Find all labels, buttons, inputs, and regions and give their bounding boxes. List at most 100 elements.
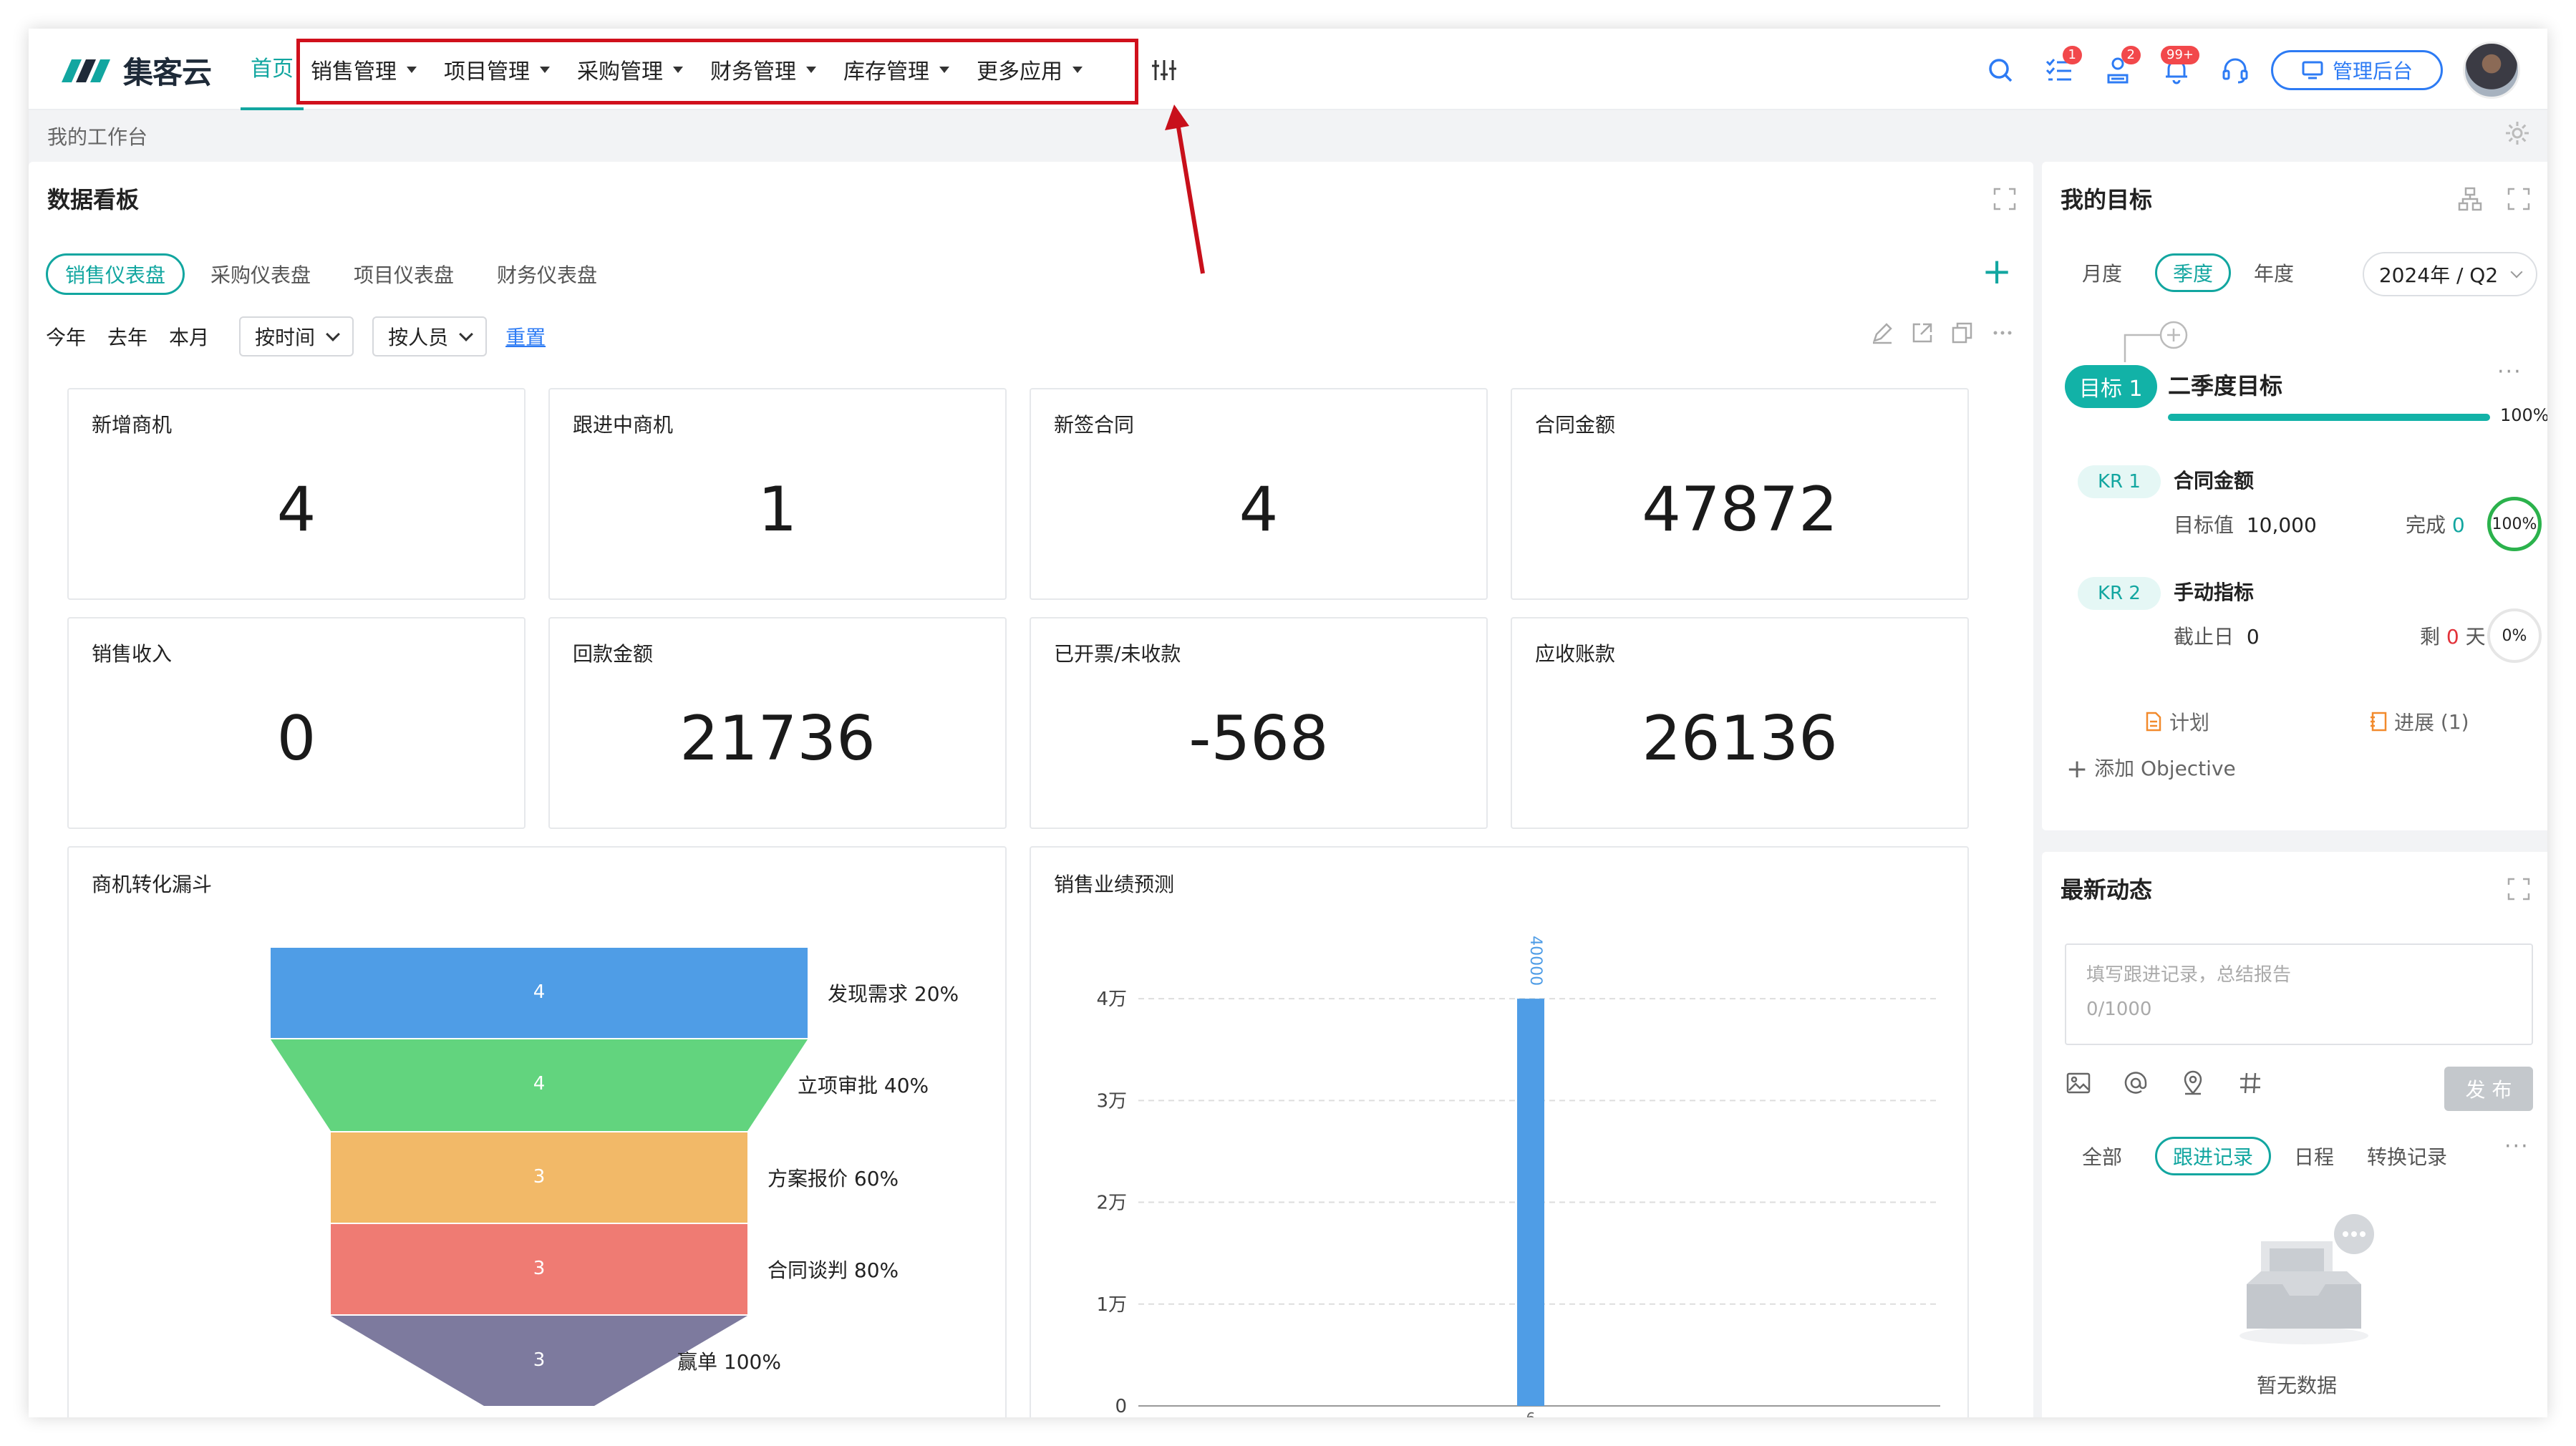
admin-button-label: 管理后台 (2332, 59, 2413, 83)
export-icon[interactable] (1910, 321, 1935, 345)
location-pin-icon[interactable] (2179, 1069, 2207, 1097)
filter-last-year[interactable]: 去年 (107, 322, 147, 351)
tab-all[interactable]: 全部 (2082, 1142, 2122, 1170)
nav-finance-management[interactable]: 财务管理 (710, 54, 816, 85)
fullscreen-icon[interactable] (1992, 186, 2018, 212)
notification-bell-icon[interactable]: 99+ (2156, 46, 2199, 90)
activity-compose-input[interactable]: 填写跟进记录，总结报告 0/1000 (2065, 943, 2533, 1045)
tab-finance-dashboard[interactable]: 财务仪表盘 (497, 260, 597, 288)
filter-this-month[interactable]: 本月 (169, 322, 209, 351)
stat-card[interactable]: 合同金额 47872 (1511, 388, 1969, 600)
nav-inventory-management[interactable]: 库存管理 (843, 54, 949, 85)
nav-project-management[interactable]: 项目管理 (444, 54, 550, 85)
tab-quarterly[interactable]: 季度 (2155, 253, 2232, 292)
kr-remaining-value: 0 (2446, 625, 2459, 649)
nav-item-label: 采购管理 (577, 59, 663, 84)
funnel-stage-value: 3 (533, 1349, 546, 1371)
objective-title[interactable]: 二季度目标 (2168, 368, 2282, 401)
contacts-badge: 2 (2121, 46, 2141, 64)
period-select[interactable]: 2024年 / Q2 (2363, 252, 2537, 296)
contacts-icon[interactable]: 2 (2098, 46, 2141, 90)
y-tick-label: 1万 (1096, 1294, 1127, 1316)
headset-support-icon[interactable] (2215, 50, 2255, 90)
stat-card[interactable]: 新增商机 4 (67, 388, 526, 600)
stat-card[interactable]: 回款金额 21736 (548, 617, 1007, 829)
document-icon (2146, 712, 2161, 732)
stat-card[interactable]: 新签合同 4 (1030, 388, 1488, 600)
publish-button[interactable]: 发 布 (2444, 1067, 2533, 1111)
add-objective-button[interactable]: + 添加 Objective (2066, 753, 2236, 784)
kr-progress-ring: 100% (2487, 497, 2542, 551)
tab-schedule[interactable]: 日程 (2294, 1142, 2334, 1170)
y-tick-label: 3万 (1096, 1090, 1127, 1112)
stat-card[interactable]: 销售收入 0 (67, 617, 526, 829)
stat-card[interactable]: 跟进中商机 1 (548, 388, 1007, 600)
user-avatar[interactable] (2463, 42, 2520, 99)
admin-console-button[interactable]: 管理后台 (2271, 50, 2443, 90)
gear-icon[interactable] (2503, 119, 2532, 147)
filter-by-time-select[interactable]: 按时间 (239, 316, 354, 356)
stat-label: 合同金额 (1535, 413, 1616, 437)
hashtag-icon[interactable] (2237, 1069, 2264, 1097)
app-logo[interactable]: 集客云 (60, 50, 212, 90)
tab-conversion-records[interactable]: 转换记录 (2367, 1142, 2447, 1170)
org-tree-icon[interactable] (2457, 186, 2483, 212)
select-label: 按人员 (388, 326, 449, 349)
tab-follow-up-records[interactable]: 跟进记录 (2155, 1137, 2272, 1175)
activity-title: 最新动态 (2061, 876, 2153, 903)
plan-link[interactable]: 计划 (2144, 707, 2209, 736)
tasks-badge: 1 (2062, 46, 2082, 64)
tab-monthly[interactable]: 月度 (2082, 258, 2122, 287)
fullscreen-icon[interactable] (2506, 186, 2532, 212)
kr-name[interactable]: 合同金额 (2174, 465, 2254, 494)
data-board-card: 数据看板 销售仪表盘 采购仪表盘 项目仪表盘 财务仪表盘 + 今年 去年 本月 … (29, 162, 2033, 1417)
stat-value: 0 (276, 703, 316, 775)
tab-project-dashboard[interactable]: 项目仪表盘 (354, 260, 454, 288)
funnel-stage-value: 3 (533, 1166, 546, 1188)
edit-icon[interactable] (1870, 321, 1894, 345)
bar-data-label: 40000 (1526, 936, 1544, 986)
funnel-panel: 商机转化漏斗 4 4 3 3 3 发现需求 20% 立项审批 40% 方案报价 … (67, 846, 1007, 1417)
nav-purchase-management[interactable]: 采购管理 (577, 54, 683, 85)
mention-at-icon[interactable] (2122, 1069, 2149, 1097)
fullscreen-icon[interactable] (2506, 876, 2532, 902)
x-tick-label: 6 (1526, 1409, 1536, 1417)
stat-card[interactable]: 已开票/未收款 -568 (1030, 617, 1488, 829)
tab-sales-dashboard[interactable]: 销售仪表盘 (46, 253, 185, 295)
caret-down-icon (939, 66, 949, 73)
task-list-icon[interactable]: 1 (2039, 46, 2082, 90)
caret-down-icon (1072, 66, 1083, 73)
add-dashboard-button[interactable]: + (1982, 253, 2012, 289)
caret-down-icon (673, 66, 683, 73)
empty-state-text: 暂无数据 (2256, 1374, 2337, 1397)
more-icon[interactable] (1990, 321, 2015, 345)
stat-card[interactable]: 应收账款 26136 (1511, 617, 1969, 829)
breadcrumb: 我的工作台 (47, 125, 148, 149)
tab-yearly[interactable]: 年度 (2254, 258, 2294, 287)
image-icon[interactable] (2065, 1069, 2092, 1097)
chevron-down-icon (2510, 266, 2523, 278)
filter-this-year[interactable]: 今年 (46, 322, 86, 351)
more-tabs-icon[interactable]: ··· (2504, 1134, 2529, 1159)
search-icon[interactable] (1980, 50, 2020, 90)
stat-value: 1 (757, 474, 798, 545)
plan-label: 计划 (2169, 711, 2210, 734)
add-parent-goal-icon[interactable] (2111, 321, 2189, 364)
tab-purchase-dashboard[interactable]: 采购仪表盘 (210, 260, 311, 288)
funnel-stage-value: 3 (533, 1258, 546, 1279)
nav-home-tab[interactable]: 首页 (241, 29, 304, 110)
filter-by-person-select[interactable]: 按人员 (372, 316, 488, 356)
nav-item-label: 更多应用 (977, 59, 1062, 84)
goal-period-tabs: 月度 季度 年度 (2082, 253, 2327, 292)
progress-link[interactable]: 进展 (1) (2368, 707, 2469, 736)
objective-more-icon[interactable]: ··· (2497, 359, 2522, 384)
activity-tabs: 全部 跟进记录 日程 转换记录 (2082, 1137, 2480, 1175)
copy-icon[interactable] (1950, 321, 1975, 345)
nav-sales-management[interactable]: 销售管理 (311, 54, 417, 85)
reset-filters-link[interactable]: 重置 (505, 322, 546, 351)
goals-title: 我的目标 (2061, 186, 2153, 213)
nav-more-apps[interactable]: 更多应用 (977, 54, 1083, 85)
nav-settings-sliders-icon[interactable] (1150, 56, 1178, 84)
caret-down-icon (540, 66, 550, 73)
kr-name[interactable]: 手动指标 (2174, 577, 2254, 606)
